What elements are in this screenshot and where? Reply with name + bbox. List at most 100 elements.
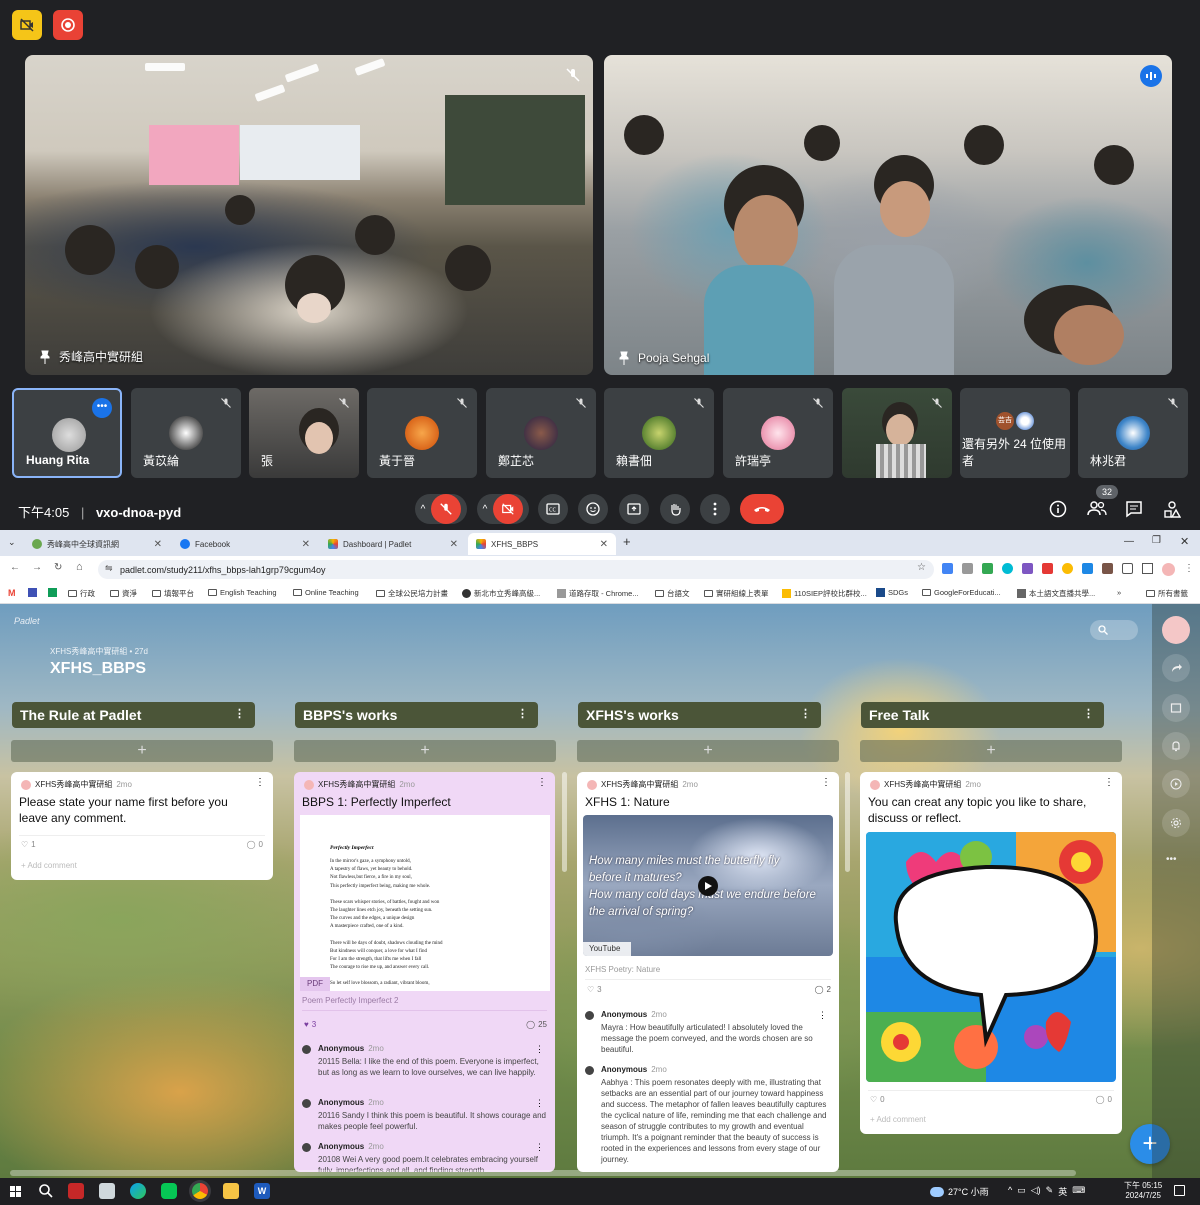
pen-icon[interactable]: ✎ xyxy=(1046,1185,1054,1198)
camera-off-button[interactable] xyxy=(493,494,524,524)
post-card[interactable]: XFHS秀峰高中實研組 2mo ⋮ XFHS 1: Nature How man… xyxy=(577,772,839,1172)
pin-icon[interactable] xyxy=(39,350,51,364)
close-icon[interactable]: ✕ xyxy=(450,539,458,550)
post-menu-icon[interactable]: ⋮ xyxy=(821,777,831,788)
video-embed[interactable]: How many miles must the butterfly fly be… xyxy=(583,815,833,956)
extension-icon[interactable] xyxy=(1062,563,1073,574)
ime-label[interactable]: 英 xyxy=(1058,1185,1067,1198)
back-icon[interactable]: ← xyxy=(10,562,20,573)
extension-icon[interactable] xyxy=(1082,563,1093,574)
post-card[interactable]: XFHS秀峰高中實研組 2mo ⋮ BBPS 1: Perfectly Impe… xyxy=(294,772,555,1172)
present-screen-button[interactable] xyxy=(619,494,649,524)
people-icon[interactable] xyxy=(1087,500,1107,521)
search-icon[interactable] xyxy=(38,1183,54,1204)
add-comment-field[interactable]: + Add comment xyxy=(21,861,77,870)
file-explorer-icon[interactable] xyxy=(223,1183,239,1199)
participant-tile-self[interactable]: ••• Huang Rita xyxy=(12,388,122,478)
bookmark-link[interactable]: 道路存取 - Chrome... xyxy=(557,588,639,599)
bell-icon[interactable] xyxy=(1162,732,1190,760)
like-button[interactable]: ♡ 1 xyxy=(21,840,36,849)
tab-search-icon[interactable]: ⌄ xyxy=(8,537,16,548)
main-tile-classroom[interactable]: 秀峰高中實研組 xyxy=(25,55,593,375)
search-button[interactable] xyxy=(1090,620,1138,640)
omnibox[interactable]: ⇋ padlet.com/study211/xfhs_bbps-lah1grp7… xyxy=(98,560,934,579)
post-menu-icon[interactable]: ⋮ xyxy=(537,777,547,788)
bookmark-folder[interactable]: 填報平台 xyxy=(152,588,194,599)
bookmark-star-icon[interactable]: ☆ xyxy=(917,562,926,573)
like-button[interactable]: ♥ 3 xyxy=(304,1020,316,1029)
profile-avatar[interactable] xyxy=(1162,563,1175,576)
hide-self-view-icon[interactable] xyxy=(12,10,42,40)
restore-button[interactable]: ❐ xyxy=(1152,535,1161,546)
recording-icon[interactable] xyxy=(53,10,83,40)
bookmark-folder[interactable]: GoogleForEducati... xyxy=(922,588,1001,597)
post-card[interactable]: XFHS秀峰高中實研組 2mo ⋮ You can creat any topi… xyxy=(860,772,1122,1134)
meeting-details-icon[interactable] xyxy=(1049,500,1067,523)
more-options-button[interactable] xyxy=(700,494,730,524)
comment-menu-icon[interactable]: ⋮ xyxy=(535,1044,544,1055)
new-tab-button[interactable]: + xyxy=(623,534,631,549)
leave-call-button[interactable] xyxy=(740,494,784,524)
column-header[interactable]: XFHS's works ⋮ xyxy=(578,702,821,728)
participant-tile-others[interactable]: 芸吉 還有另外 24 位使用者 xyxy=(960,388,1070,478)
edge-icon[interactable] xyxy=(130,1183,146,1199)
participant-tile[interactable]: 張 xyxy=(249,388,359,478)
bookmark-folder[interactable]: 台語文 xyxy=(655,588,690,599)
pin-icon[interactable] xyxy=(618,351,630,365)
column-header[interactable]: Free Talk ⋮ xyxy=(861,702,1104,728)
site-info-icon[interactable]: ⇋ xyxy=(105,563,113,574)
activities-icon[interactable] xyxy=(1163,500,1182,523)
app-icon[interactable] xyxy=(68,1183,84,1199)
add-post-button[interactable]: + xyxy=(577,740,839,762)
chat-icon[interactable] xyxy=(1125,500,1143,523)
extension-icon[interactable] xyxy=(962,563,973,574)
raise-hand-button[interactable] xyxy=(660,494,690,524)
tab-school-website[interactable]: 秀峰高中全球資訊網 ✕ xyxy=(24,533,170,555)
play-icon[interactable] xyxy=(1162,770,1190,798)
profile-avatar[interactable] xyxy=(1162,616,1190,644)
column-header[interactable]: BBPS's works ⋮ xyxy=(295,702,538,728)
play-button[interactable] xyxy=(698,876,718,896)
close-icon[interactable]: ✕ xyxy=(600,539,608,550)
chrome-icon[interactable] xyxy=(192,1183,208,1199)
post-menu-icon[interactable]: ⋮ xyxy=(1104,777,1114,788)
extension-icon[interactable] xyxy=(1022,563,1033,574)
chevron-up-icon[interactable]: ^ xyxy=(421,504,426,515)
post-menu-icon[interactable]: ⋮ xyxy=(255,777,265,788)
bookmark-icon[interactable] xyxy=(48,588,57,597)
bookmark-folder[interactable]: Online Teaching xyxy=(293,588,359,597)
close-icon[interactable]: ✕ xyxy=(302,539,310,550)
extension-icon[interactable] xyxy=(1102,563,1113,574)
comment-menu-icon[interactable]: ⋮ xyxy=(535,1142,544,1153)
side-panel-icon[interactable] xyxy=(1142,563,1153,574)
tab-xfhs-bbps[interactable]: XFHS_BBPS ✕ xyxy=(468,533,616,555)
padlet-logo[interactable]: Padlet xyxy=(14,616,40,626)
menu-icon[interactable]: ⋮ xyxy=(1184,563,1194,576)
extension-icon[interactable] xyxy=(1002,563,1013,574)
notification-icon[interactable] xyxy=(1174,1185,1185,1196)
bookmark-gmail[interactable]: M xyxy=(8,588,16,598)
bookmark-link[interactable]: 新北市立秀峰高級... xyxy=(462,588,540,599)
bookmark-link[interactable]: SDGs xyxy=(876,588,908,597)
participant-tile[interactable]: 賴書佃 xyxy=(604,388,714,478)
column-menu-icon[interactable]: ⋮ xyxy=(234,707,245,720)
comment-menu-icon[interactable]: ⋮ xyxy=(818,1010,827,1021)
participant-tile[interactable]: 黃苡綸 xyxy=(131,388,241,478)
mic-off-button[interactable] xyxy=(431,494,462,524)
like-button[interactable]: ♡ 0 xyxy=(870,1095,885,1104)
bookmarks-overflow[interactable]: » xyxy=(1117,588,1121,597)
bookmark-folder[interactable]: 行政 xyxy=(68,588,95,599)
extensions-puzzle-icon[interactable] xyxy=(1122,563,1133,574)
bookmark-icon[interactable] xyxy=(28,588,37,597)
more-options-icon[interactable]: ••• xyxy=(1166,854,1177,865)
tab-padlet-dashboard[interactable]: Dashboard | Padlet ✕ xyxy=(320,533,466,555)
forward-icon[interactable]: → xyxy=(32,562,42,573)
word-icon[interactable]: W xyxy=(254,1183,270,1199)
like-button[interactable]: ♡ 3 xyxy=(587,985,602,994)
minimize-button[interactable]: — xyxy=(1124,536,1134,547)
column-menu-icon[interactable]: ⋮ xyxy=(1083,707,1094,720)
participant-tile[interactable]: 林兆君 xyxy=(1078,388,1188,478)
all-bookmarks[interactable]: 所有書籤 xyxy=(1146,588,1188,599)
add-post-button[interactable]: + xyxy=(11,740,273,762)
captions-button[interactable]: CC xyxy=(538,494,568,524)
